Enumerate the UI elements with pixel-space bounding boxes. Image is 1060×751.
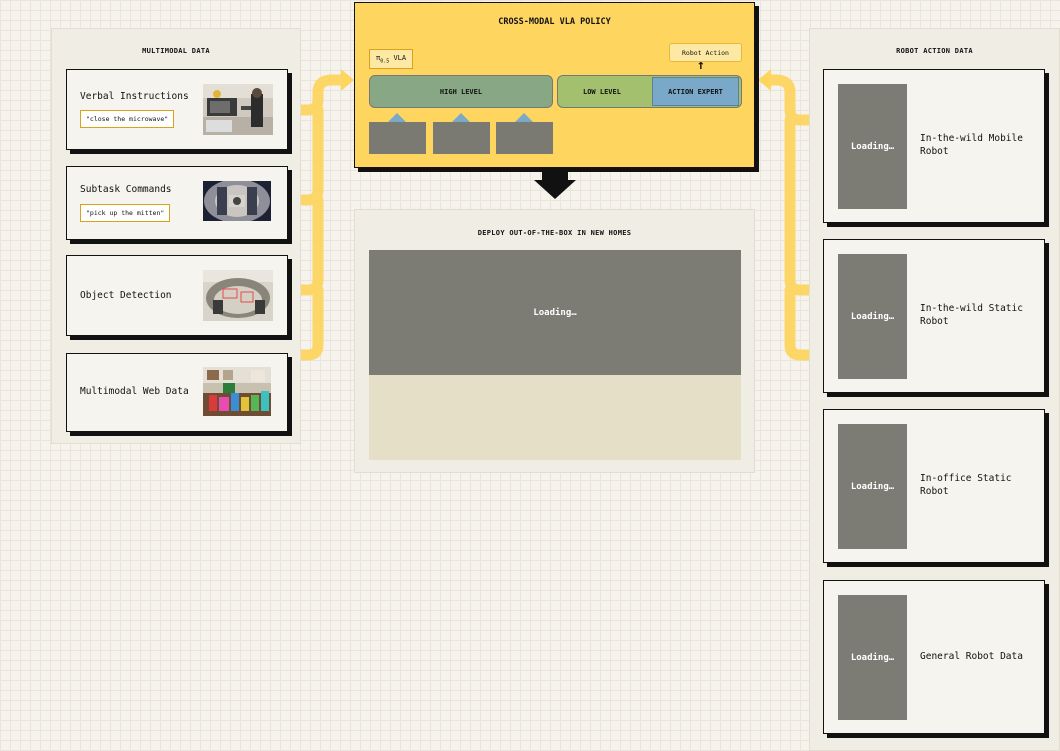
- robot-data-card-mobile: Loading… In-the-wild Mobile Robot: [823, 69, 1045, 223]
- multimodal-web-data-label: Multimodal Web Data: [80, 386, 189, 397]
- subtask-commands-label: Subtask Commands: [80, 184, 172, 195]
- object-detection-card: Object Detection: [66, 255, 288, 336]
- up-arrow-icon: ↑: [697, 58, 705, 73]
- verbal-instructions-card: Verbal Instructions "close the microwave…: [66, 69, 288, 150]
- right-flow-line: [784, 114, 814, 296]
- down-arrow: [534, 168, 576, 199]
- left-flow-arrowhead: [341, 69, 354, 91]
- right-flow-line: [784, 284, 814, 361]
- token-block: [369, 122, 426, 154]
- left-flow-line: [294, 104, 324, 206]
- action-expert-box: ACTION EXPERT: [652, 77, 739, 106]
- robot-video-placeholder: Loading…: [838, 254, 907, 379]
- object-detection-image: [203, 270, 273, 321]
- multimodal-data-title: MULTIMODAL DATA: [142, 47, 210, 55]
- right-flow-line: [762, 74, 814, 126]
- robot-video-placeholder: Loading…: [838, 595, 907, 720]
- token-arrow-icon: [452, 113, 470, 122]
- pi-subscript: 0.5: [380, 58, 390, 65]
- robot-data-label: In-the-wild Static Robot: [920, 303, 1023, 327]
- right-flow-arrowhead: [758, 69, 771, 91]
- robot-data-card-office: Loading… In-office Static Robot: [823, 409, 1045, 563]
- robot-video-placeholder: Loading…: [838, 84, 907, 209]
- low-level-label: LOW LEVEL: [583, 87, 621, 96]
- kitchen-microwave-image: [203, 84, 273, 135]
- fisheye-robot-view-image: [203, 181, 271, 221]
- left-flow-line: [294, 194, 324, 296]
- deploy-title: DEPLOY OUT-OF-THE-BOX IN NEW HOMES: [477, 229, 632, 237]
- subtask-commands-card: Subtask Commands "pick up the mitten": [66, 166, 288, 240]
- robot-data-card-static-wild: Loading… In-the-wild Static Robot: [823, 239, 1045, 393]
- robot-action-data-title: ROBOT ACTION DATA: [896, 47, 973, 55]
- pi-vla-badge: π0.5 VLA: [369, 49, 414, 70]
- left-flow-line: [294, 74, 349, 116]
- object-detection-label: Object Detection: [80, 290, 172, 301]
- vla-badge-text: VLA: [393, 54, 407, 62]
- subtask-commands-quote: "pick up the mitten": [80, 204, 171, 222]
- token-arrow-icon: [388, 113, 406, 122]
- robot-video-placeholder: Loading…: [838, 424, 907, 549]
- vla-policy-block: CROSS-MODAL VLA POLICY π0.5 VLA Robot Ac…: [354, 2, 755, 168]
- verbal-instructions-quote: "close the microwave": [80, 110, 175, 128]
- high-level-bar: HIGH LEVEL: [369, 75, 553, 108]
- deploy-video-footer: [369, 375, 741, 460]
- deploy-video-placeholder: Loading…: [369, 250, 741, 375]
- deploy-panel: DEPLOY OUT-OF-THE-BOX IN NEW HOMES Loadi…: [354, 209, 755, 473]
- left-flow-line: [294, 284, 324, 361]
- web-data-collage-image: [203, 367, 271, 416]
- multimodal-web-data-card: Multimodal Web Data: [66, 353, 288, 432]
- token-block: [433, 122, 490, 154]
- vla-policy-title: CROSS-MODAL VLA POLICY: [498, 17, 611, 27]
- robot-data-card-general: Loading… General Robot Data: [823, 580, 1045, 734]
- robot-data-label: In-office Static Robot: [920, 473, 1012, 497]
- token-arrow-icon: [515, 113, 533, 122]
- token-block: [496, 122, 553, 154]
- robot-data-label: In-the-wild Mobile Robot: [920, 133, 1023, 157]
- robot-action-box: Robot Action: [669, 43, 742, 62]
- verbal-instructions-label: Verbal Instructions: [80, 91, 189, 102]
- robot-data-label: General Robot Data: [920, 651, 1023, 662]
